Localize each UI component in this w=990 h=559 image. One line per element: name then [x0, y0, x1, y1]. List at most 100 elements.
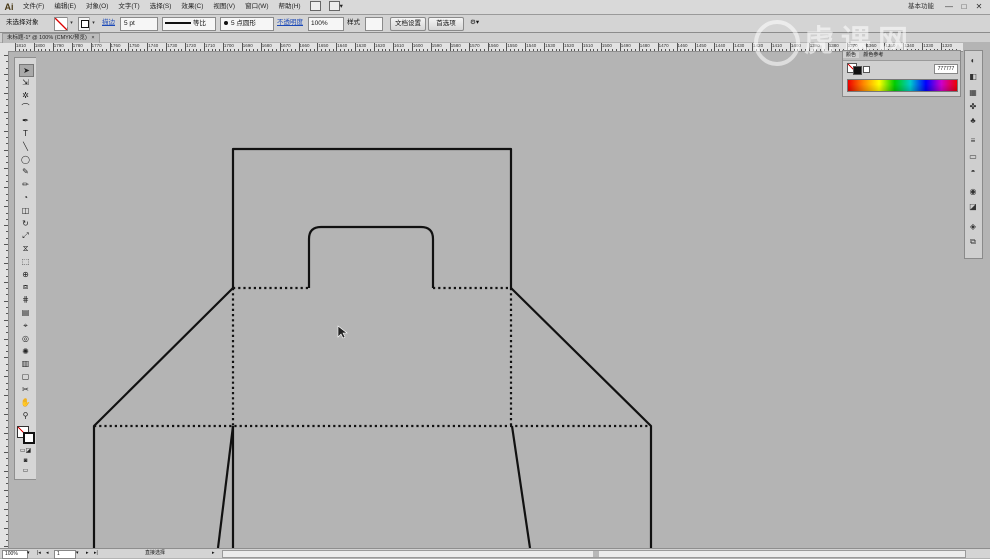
menu-help[interactable]: 帮助(H): [274, 0, 306, 14]
color-panel-tab[interactable]: 颜色: [843, 52, 860, 58]
gradient-icon[interactable]: ▤: [19, 307, 32, 318]
scale-icon[interactable]: ⤢: [19, 230, 32, 241]
minimize-button[interactable]: —: [942, 1, 956, 12]
line-tool-icon[interactable]: ╲: [19, 141, 32, 152]
canvas[interactable]: [36, 52, 962, 548]
menu-type[interactable]: 文字(T): [113, 0, 144, 14]
workspace-switcher[interactable]: 基本功能: [908, 0, 934, 14]
preferences-button[interactable]: 首选项: [428, 17, 464, 31]
zoom-icon[interactable]: ⚲: [19, 410, 32, 421]
bridge-icon[interactable]: [306, 0, 325, 14]
eyedropper-icon[interactable]: ⌖: [19, 320, 32, 331]
ruler-tick: [752, 43, 754, 51]
direct-selection-tool-icon[interactable]: ⇲: [19, 77, 32, 88]
fill-swatch[interactable]: [54, 17, 68, 31]
color-spectrum[interactable]: [847, 79, 958, 92]
arrange-documents-icon[interactable]: ▾: [325, 0, 347, 14]
stroke-label[interactable]: 描边: [102, 17, 115, 29]
selection-tool-icon[interactable]: ➤: [19, 64, 34, 77]
menu-select[interactable]: 选择(S): [145, 0, 177, 14]
next-artboard-icon[interactable]: ▸: [86, 550, 89, 557]
artboards-icon[interactable]: ⧉: [967, 236, 979, 247]
zoom-dropdown-icon[interactable]: ▾: [27, 550, 30, 557]
stroke-weight-field[interactable]: 5 pt: [120, 17, 158, 31]
last-artboard-icon[interactable]: ▸|: [94, 550, 98, 557]
symbols-icon[interactable]: ♣: [967, 115, 979, 126]
slice-icon[interactable]: ✂: [19, 384, 32, 395]
eraser-icon[interactable]: ◫: [19, 205, 32, 216]
graphic-style-picker[interactable]: [365, 17, 383, 31]
perspective-grid-icon[interactable]: ⧈: [19, 282, 32, 293]
stroke-panel-icon[interactable]: ≡: [967, 135, 979, 146]
opacity-field[interactable]: 100%: [308, 17, 344, 31]
appearance-icon[interactable]: ◉: [967, 186, 979, 197]
scroll-thumb[interactable]: [593, 551, 599, 557]
menu-object[interactable]: 对象(O): [81, 0, 113, 14]
type-tool-icon[interactable]: T: [19, 128, 32, 139]
stroke-profile-select[interactable]: 等比: [162, 17, 216, 31]
menu-window[interactable]: 窗口(W): [240, 0, 273, 14]
lasso-icon[interactable]: ⌒: [19, 102, 32, 113]
document-setup-button[interactable]: 文档设置: [390, 17, 426, 31]
close-tab-icon[interactable]: ×: [91, 35, 94, 41]
stroke-color-box[interactable]: [23, 432, 35, 444]
transparency-icon[interactable]: ◓: [967, 166, 979, 177]
opacity-label[interactable]: 不透明度: [277, 17, 303, 29]
pen-tool-icon[interactable]: ✒: [19, 115, 32, 126]
pencil-icon[interactable]: ✏: [19, 179, 32, 190]
screen-mode-icon[interactable]: ▭: [19, 466, 32, 475]
first-artboard-icon[interactable]: |◂: [37, 550, 41, 557]
paintbrush-icon[interactable]: ✎: [19, 166, 32, 177]
blend-icon[interactable]: ◎: [19, 333, 32, 344]
panel-menu-icon[interactable]: ⚙▾: [470, 17, 479, 29]
shape-builder-icon[interactable]: ⊕: [19, 269, 32, 280]
column-graph-icon[interactable]: ▥: [19, 358, 32, 369]
hex-field[interactable]: 777777: [934, 64, 958, 74]
color-mode-icon[interactable]: ▭◪: [19, 446, 32, 455]
zoom-field[interactable]: 100%: [2, 550, 28, 559]
close-button[interactable]: ✕: [972, 1, 986, 12]
ruler-tick-label: 1710: [205, 43, 216, 48]
layers-icon[interactable]: ◈: [967, 221, 979, 232]
maximize-button[interactable]: □: [957, 1, 971, 12]
menu-edit[interactable]: 编辑(E): [49, 0, 81, 14]
color-guide-icon[interactable]: ◧: [967, 71, 979, 82]
document-tab[interactable]: 未标题-1* @ 100% (CMYK/预览) ×: [2, 33, 100, 43]
graphic-styles-icon[interactable]: ◪: [967, 201, 979, 212]
right-inner-line: [510, 425, 532, 548]
status-menu-icon[interactable]: ▸: [212, 550, 215, 557]
menu-file[interactable]: 文件(F): [18, 0, 49, 14]
ellipse-tool-icon[interactable]: ◯: [19, 154, 32, 165]
stroke-dropdown[interactable]: ▾: [89, 17, 97, 29]
swatches-icon[interactable]: ▦: [967, 87, 979, 98]
vertical-ruler-tick: [6, 294, 8, 296]
ruler-tick: [411, 43, 413, 51]
menu-effect[interactable]: 效果(C): [176, 0, 208, 14]
artboard-icon[interactable]: ▢: [19, 371, 32, 382]
blob-brush-icon[interactable]: ◔: [19, 192, 32, 203]
color-panel-icon[interactable]: ◐: [967, 55, 979, 66]
hand-icon[interactable]: ✋: [19, 397, 32, 408]
free-transform-icon[interactable]: ⬚: [19, 256, 32, 267]
brushes-icon[interactable]: ✤: [967, 101, 979, 112]
rotate-icon[interactable]: ↻: [19, 218, 32, 229]
symbol-sprayer-icon[interactable]: ✺: [19, 346, 32, 357]
white-swatch[interactable]: [863, 66, 870, 73]
prev-artboard-icon[interactable]: ◂: [46, 550, 49, 557]
menu-view[interactable]: 视图(V): [208, 0, 240, 14]
vertical-ruler[interactable]: [0, 51, 9, 548]
draw-mode-icon[interactable]: ◙: [19, 456, 32, 465]
mesh-icon[interactable]: ⋕: [19, 294, 32, 305]
fill-dropdown[interactable]: ▾: [67, 17, 75, 29]
color-guide-tab[interactable]: 颜色参考: [860, 52, 886, 58]
ruler-tick: [355, 43, 357, 51]
vertical-ruler-tick: [4, 225, 8, 227]
stroke-swatch-small[interactable]: [853, 66, 862, 75]
gradient-panel-icon[interactable]: ▭: [967, 151, 979, 162]
width-tool-icon[interactable]: ⧖: [19, 243, 32, 254]
artboard-dropdown-icon[interactable]: ▾: [76, 550, 79, 557]
brush-definition-select[interactable]: 5 点圆形: [220, 17, 274, 31]
artboard-number-field[interactable]: 1: [54, 550, 76, 559]
ruler-minor-tick: [472, 49, 474, 51]
magic-wand-icon[interactable]: ✲: [19, 90, 32, 101]
